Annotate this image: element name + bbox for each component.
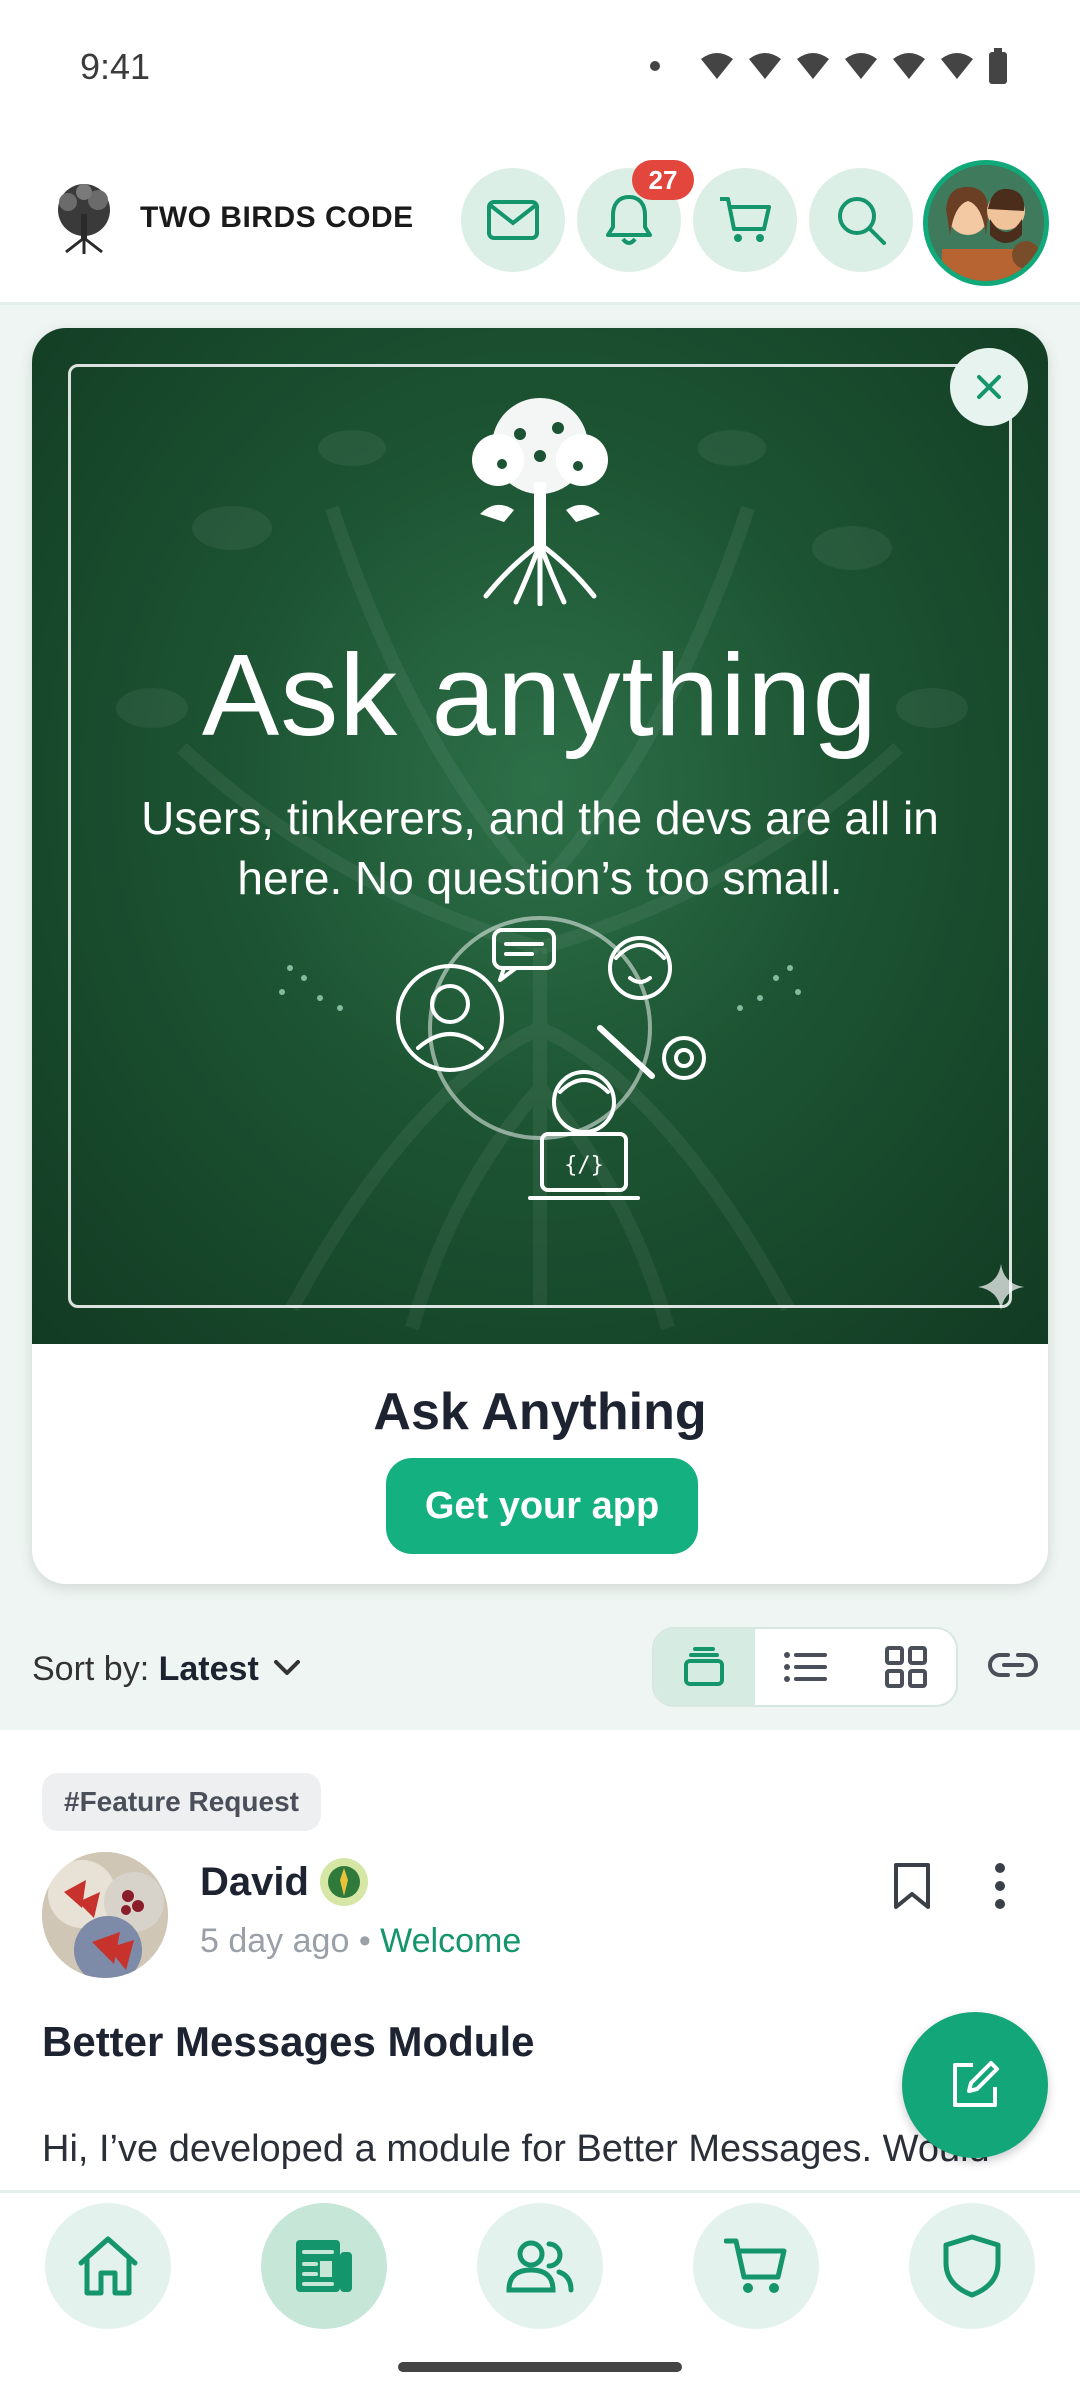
community-illustration: {/}	[279, 916, 801, 1200]
promo-title: Ask Anything	[373, 1383, 707, 1441]
cart-button[interactable]	[693, 168, 797, 272]
tree-logo-icon	[58, 184, 110, 254]
nav-home[interactable]	[45, 2203, 171, 2329]
wifi-icon	[845, 53, 877, 79]
home-indicator	[398, 2362, 682, 2372]
sparkle-icon	[978, 1264, 1024, 1310]
members-icon	[506, 2240, 574, 2293]
nav-privacy[interactable]	[909, 2203, 1035, 2329]
promo-close-button[interactable]	[950, 348, 1028, 426]
nav-shop[interactable]	[693, 2203, 819, 2329]
cart-icon	[724, 2238, 787, 2293]
app-header: TWO BIRDS CODE 27	[0, 140, 1080, 305]
link-icon[interactable]	[988, 1645, 1038, 1685]
post-tag[interactable]: #Feature Request	[42, 1773, 321, 1831]
card-view-button[interactable]	[654, 1629, 755, 1705]
sort-dropdown[interactable]: Sort by: Latest	[32, 1650, 259, 1689]
grid-icon	[884, 1646, 927, 1688]
wifi-icon	[701, 53, 733, 79]
status-bar: 9:41	[0, 0, 1080, 140]
search-button[interactable]	[809, 168, 913, 272]
shield-icon	[943, 2234, 1001, 2298]
close-icon	[977, 375, 1001, 399]
brand-logo[interactable]: TWO BIRDS CODE	[46, 180, 414, 256]
sort-value: Latest	[158, 1650, 259, 1688]
tree-emblem-icon	[472, 398, 608, 606]
view-mode-toggle	[652, 1627, 958, 1707]
post-meta: 5 day ago • Welcome	[200, 1922, 521, 1961]
user-avatar[interactable]	[923, 160, 1049, 286]
home-icon	[78, 2236, 138, 2296]
author-avatar-image	[42, 1852, 168, 1978]
post-time: 5 day ago	[200, 1922, 350, 1960]
bookmark-icon[interactable]	[892, 1862, 932, 1910]
mail-icon	[487, 200, 539, 240]
author-avatar[interactable]	[42, 1852, 168, 1978]
get-app-button[interactable]: Get your app	[386, 1458, 698, 1554]
notification-count-badge: 27	[632, 160, 694, 200]
status-icons	[650, 48, 1008, 84]
messages-button[interactable]	[461, 168, 565, 272]
wifi-icon	[893, 53, 925, 79]
post-excerpt: Hi, I’ve developed a module for Better M…	[42, 2128, 990, 2170]
list-icon	[784, 1652, 827, 1682]
member-badge-icon	[320, 1858, 368, 1906]
search-icon	[838, 197, 886, 245]
grid-view-button[interactable]	[855, 1629, 956, 1705]
nav-members[interactable]	[477, 2203, 603, 2329]
status-time: 9:41	[80, 46, 151, 87]
promo-card: Ask anything Users, tinkerers, and the d…	[32, 328, 1048, 1584]
notification-dot-icon	[650, 61, 660, 71]
wifi-icon	[797, 53, 829, 79]
post-title[interactable]: Better Messages Module	[42, 2018, 534, 2066]
svg-text:{/}: {/}	[564, 1153, 604, 1178]
more-options-icon[interactable]	[990, 1862, 1010, 1910]
chevron-down-icon[interactable]	[270, 1650, 304, 1684]
meta-separator: •	[358, 1922, 371, 1960]
cart-icon	[720, 197, 771, 242]
avatar-image	[928, 165, 1044, 281]
promo-headline: Ask anything	[201, 630, 879, 760]
news-feed-icon	[296, 2240, 352, 2292]
promo-subtext: Users, tinkerers, and the devs are all i…	[141, 792, 939, 904]
nav-feed[interactable]	[261, 2203, 387, 2329]
battery-icon	[989, 48, 1007, 84]
wifi-icon	[941, 53, 973, 79]
list-view-button[interactable]	[755, 1629, 856, 1705]
brand-name: TWO BIRDS CODE	[140, 201, 414, 234]
author-name[interactable]: David	[200, 1860, 309, 1905]
post-forum-link[interactable]: Welcome	[380, 1922, 521, 1960]
edit-icon	[953, 2061, 999, 2107]
promo-banner-image: Ask anything Users, tinkerers, and the d…	[32, 328, 1048, 1344]
compose-post-button[interactable]	[902, 2012, 1048, 2158]
cards-icon	[684, 1647, 725, 1686]
bell-icon	[606, 195, 652, 245]
wifi-icon	[749, 53, 781, 79]
sort-prefix: Sort by:	[32, 1650, 150, 1688]
